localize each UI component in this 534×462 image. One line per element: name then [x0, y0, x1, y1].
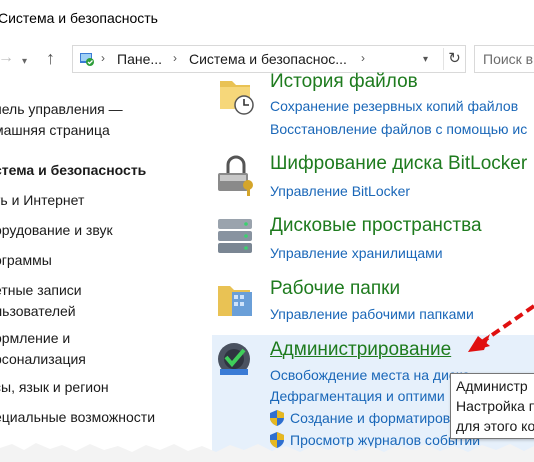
sidebar-item-programs[interactable]: ограммы [0, 249, 52, 271]
tooltip-line: Настройка п [456, 398, 534, 414]
red-arrow-icon [468, 304, 534, 352]
sidebar-item-accessibility[interactable]: ециальные возможности [0, 406, 155, 428]
defragment-link[interactable]: Дефрагментация и оптими [270, 388, 445, 404]
manage-bitlocker-link[interactable]: Управление BitLocker [270, 183, 410, 199]
bitlocker-title[interactable]: Шифрование диска BitLocker [270, 153, 527, 175]
search-input[interactable]: Поиск в [474, 45, 534, 73]
torn-edge [0, 443, 534, 462]
storage-spaces-title[interactable]: Дисковые пространства [270, 215, 482, 237]
tooltip: Администр Настройка п для этого ко [450, 373, 534, 439]
title-bar: Система и безопасность [0, 0, 534, 38]
work-folders-title[interactable]: Рабочие папки [270, 278, 400, 300]
sidebar-item-user-accounts[interactable]: етные записи [0, 279, 82, 301]
search-placeholder: Поиск в [483, 51, 534, 67]
sidebar-item-user-accounts-cont[interactable]: льзователей [0, 300, 76, 322]
sidebar-item-network[interactable]: ть и Интернет [0, 189, 84, 211]
breadcrumb-control-panel[interactable]: Пане... [117, 51, 162, 67]
recent-locations-chevron-icon[interactable]: ▾ [22, 52, 27, 72]
address-dropdown-icon[interactable]: ▾ [423, 54, 428, 65]
tooltip-line: Администр [456, 378, 528, 394]
sidebar-item-home-cont[interactable]: машняя страница [0, 119, 110, 141]
manage-work-folders-link[interactable]: Управление рабочими папками [270, 306, 474, 322]
sidebar-item-home[interactable]: нель управления — [0, 98, 123, 120]
navigation-bar: → ▾ ↑ › Пане... › Система и безопаснос..… [0, 40, 534, 78]
sidebar-item-region[interactable]: сы, язык и регион [0, 376, 109, 398]
storage-spaces-icon [218, 219, 252, 253]
shield-icon [270, 410, 284, 426]
bitlocker-icon [218, 155, 253, 196]
breadcrumb-separator-icon[interactable]: › [173, 51, 177, 65]
window-title: Система и безопасность [0, 10, 158, 26]
tooltip-line: для этого ко [456, 418, 534, 434]
up-arrow-icon[interactable]: ↑ [46, 48, 55, 68]
manage-storage-link[interactable]: Управление хранилищами [270, 245, 443, 261]
admin-tools-icon [218, 343, 250, 375]
file-history-title[interactable]: История файлов [270, 71, 418, 93]
file-history-icon [220, 81, 254, 115]
breadcrumb-separator-icon[interactable]: › [361, 51, 365, 65]
control-panel-icon [80, 53, 94, 66]
breadcrumb-separator-icon[interactable]: › [101, 51, 105, 65]
admin-tools-title[interactable]: Администрирование [270, 339, 451, 361]
sidebar-item-appearance[interactable]: ормление и [0, 327, 70, 349]
sidebar-item-appearance-cont[interactable]: рсонализация [0, 348, 86, 370]
sidebar-item-hardware[interactable]: орудование и звук [0, 219, 113, 241]
sidebar-item-system-security[interactable]: стема и безопасность [0, 159, 146, 181]
refresh-icon[interactable]: ↻ [443, 48, 465, 70]
address-bar[interactable]: › Пане... › Система и безопаснос... › ▾ … [72, 45, 466, 73]
free-disk-space-link[interactable]: Освобождение места на диске [270, 367, 470, 383]
backup-files-link[interactable]: Сохранение резервных копий файлов [270, 98, 518, 114]
sidebar: нель управления — машняя страница стема … [0, 78, 208, 462]
create-format-partitions-link[interactable]: Создание и форматирован [290, 410, 466, 426]
restore-files-link[interactable]: Восстановление файлов с помощью ис [270, 121, 527, 137]
work-folders-icon [218, 286, 252, 316]
breadcrumb-system-security[interactable]: Система и безопаснос... [189, 51, 347, 67]
forward-arrow-icon[interactable]: → [0, 48, 14, 68]
